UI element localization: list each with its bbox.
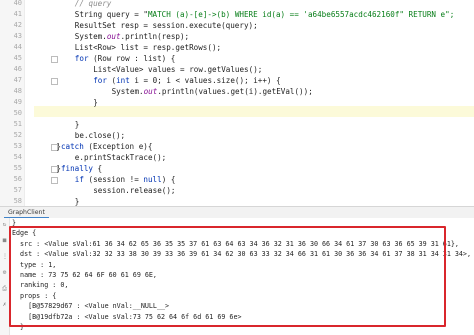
- code-token: (Exception e){: [83, 142, 153, 151]
- code-token: {: [92, 164, 103, 173]
- code-token: String query = ": [74, 10, 148, 19]
- line-number: 51: [13, 120, 22, 128]
- line-number: 44: [13, 43, 22, 51]
- line-number: 54: [13, 153, 22, 161]
- code-line[interactable]: String query = "MATCH (a)-[e]->(b) WHERE…: [38, 9, 454, 20]
- line-number: 42: [13, 21, 22, 29]
- code-token: .println(resp);: [120, 32, 190, 41]
- code-token: List<Value> values = row.getValues();: [93, 65, 263, 74]
- code-token: for: [93, 76, 107, 85]
- line-number-gutter: 4041424344454647484950515253545556575859…: [0, 0, 25, 238]
- code-line[interactable]: System.out.println(resp);: [38, 31, 189, 42]
- print-icon[interactable]: ⎙: [2, 286, 7, 292]
- line-number: 50: [13, 109, 22, 117]
- settings-icon[interactable]: ⚙: [2, 270, 7, 276]
- code-token: (: [106, 76, 117, 85]
- code-token: out: [106, 32, 121, 41]
- code-line[interactable]: ResultSet resp = session.execute(query);: [38, 20, 258, 31]
- code-line[interactable]: List<Row> list = resp.getRows();: [38, 42, 221, 53]
- code-line[interactable]: e.printStackTrace();: [38, 152, 166, 163]
- stop-icon[interactable]: ■: [2, 238, 7, 244]
- code-token: MATCH (a)-[e]->(b) WHERE id(a) == 'a64be…: [147, 10, 400, 19]
- code-line[interactable]: System.out.println(values.get(i).getEVal…: [38, 86, 313, 97]
- trash-icon[interactable]: ✗: [2, 302, 7, 308]
- line-number: 52: [13, 131, 22, 139]
- code-token: for: [74, 54, 89, 63]
- code-line[interactable]: session.release();: [38, 185, 175, 196]
- code-token: session.release();: [93, 186, 176, 195]
- line-number: 46: [13, 65, 22, 73]
- code-token: " RETURN e";: [399, 10, 455, 19]
- line-number: 55: [13, 164, 22, 172]
- pin-icon[interactable]: ⋮: [2, 254, 8, 260]
- line-number: 40: [13, 0, 22, 7]
- line-number: 47: [13, 76, 22, 84]
- code-token: if: [74, 175, 84, 184]
- line-number: 41: [13, 10, 22, 18]
- line-number: 45: [13, 54, 22, 62]
- code-token: }: [74, 197, 80, 206]
- code-token: out: [143, 87, 158, 96]
- code-token: System.: [74, 32, 107, 41]
- line-number: 48: [13, 87, 22, 95]
- code-token: List<Row> list = resp.getRows();: [74, 43, 222, 52]
- code-line[interactable]: }catch (Exception e){: [38, 141, 152, 152]
- code-line[interactable]: for (int i = 0; i < values.size(); i++) …: [38, 75, 281, 86]
- code-token: System.: [111, 87, 144, 96]
- code-line[interactable]: be.close();: [38, 130, 125, 141]
- code-line[interactable]: if (session != null) {: [38, 174, 176, 185]
- rerun-icon[interactable]: ↻: [2, 222, 7, 228]
- code-token: ) {: [161, 175, 176, 184]
- code-token: ResultSet resp = session.execute(query);: [74, 21, 258, 30]
- code-line[interactable]: }: [38, 119, 80, 130]
- line-number: 57: [13, 186, 22, 194]
- code-token: }: [93, 98, 98, 107]
- current-line-highlight: [34, 106, 474, 117]
- code-token: be.close();: [74, 131, 126, 140]
- line-number: 56: [13, 175, 22, 183]
- code-line[interactable]: // query: [38, 0, 112, 9]
- line-number: 53: [13, 142, 22, 150]
- ide-window: 4041424344454647484950515253545556575859…: [0, 0, 474, 335]
- code-token: int: [116, 76, 130, 85]
- code-token: // query: [74, 0, 112, 8]
- code-token: (session !=: [83, 175, 144, 184]
- code-token: }: [74, 120, 80, 129]
- line-number: 49: [13, 98, 22, 106]
- code-line[interactable]: }: [38, 97, 98, 108]
- code-token: (Row row : list) {: [88, 54, 176, 63]
- code-token: .println(values.get(i).getEVal());: [157, 87, 313, 96]
- code-token: i = 0; i < values.size(); i++) {: [129, 76, 281, 85]
- fold-column: [24, 0, 58, 206]
- code-line[interactable]: }finally {: [38, 163, 102, 174]
- code-line[interactable]: for (Row row : list) {: [38, 53, 176, 64]
- tab-graphclient[interactable]: GraphClient: [4, 208, 49, 218]
- code-token: catch: [60, 142, 84, 151]
- code-token: null: [143, 175, 162, 184]
- line-number: 43: [13, 32, 22, 40]
- code-token: finally: [60, 164, 93, 173]
- highlight-box: [9, 226, 446, 327]
- code-token: e.printStackTrace();: [74, 153, 167, 162]
- code-line[interactable]: List<Value> values = row.getValues();: [38, 64, 262, 75]
- code-editor[interactable]: 4041424344454647484950515253545556575859…: [0, 0, 474, 239]
